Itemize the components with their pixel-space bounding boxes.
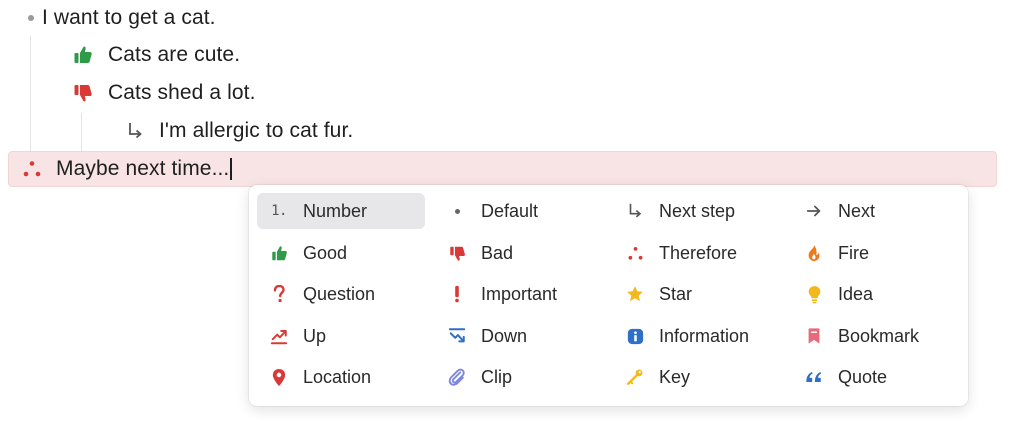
menu-option-label: Information [659, 325, 750, 346]
menu-option-label: Next [838, 200, 876, 221]
menu-option-quote[interactable]: Quote [792, 359, 960, 395]
indent-guide [81, 113, 82, 151]
menu-option-label: Star [659, 283, 693, 304]
outline-editor: I want to get a cat. Cats are cute. Cats… [0, 0, 1014, 421]
menu-option-clip[interactable]: Clip [435, 359, 603, 395]
outline-item-text[interactable]: I want to get a cat. [42, 6, 216, 30]
menu-option-label: Idea [838, 283, 874, 304]
menu-option-label: Question [303, 283, 376, 304]
thumbs-up-icon [270, 244, 288, 262]
menu-option-label: Key [659, 366, 691, 387]
menu-option-key[interactable]: Key [613, 359, 781, 395]
menu-option-information[interactable]: Information [613, 318, 781, 354]
thumbs-down-icon [448, 244, 466, 262]
therefore-icon[interactable] [20, 157, 44, 181]
fire-icon [805, 244, 823, 262]
bookmark-icon [805, 327, 823, 345]
bullet-dot-icon[interactable] [20, 6, 42, 30]
outline-item[interactable]: I'm allergic to cat fur. [123, 113, 353, 149]
menu-option-therefore[interactable]: Therefore [613, 235, 781, 271]
menu-option-next[interactable]: Next [792, 193, 960, 229]
menu-option-up[interactable]: Up [257, 318, 425, 354]
menu-option-label: Location [303, 366, 372, 387]
quote-icon [805, 368, 823, 386]
location-pin-icon [270, 368, 288, 386]
lightbulb-icon [805, 285, 823, 303]
menu-option-label: Next step [659, 200, 736, 221]
paperclip-icon [448, 368, 466, 386]
menu-option-idea[interactable]: Idea [792, 276, 960, 312]
menu-option-label: Good [303, 242, 348, 263]
menu-option-fire[interactable]: Fire [792, 235, 960, 271]
menu-option-label: Quote [838, 366, 888, 387]
outline-item-active[interactable]: Maybe next time... [20, 151, 232, 187]
menu-option-label: Up [303, 325, 327, 346]
menu-option-label: Clip [481, 366, 513, 387]
menu-option-location[interactable]: Location [257, 359, 425, 395]
menu-option-label: Important [481, 283, 558, 304]
outline-item[interactable]: I want to get a cat. [20, 0, 216, 36]
menu-option-label: Default [481, 200, 539, 221]
menu-option-bad[interactable]: Bad [435, 235, 603, 271]
menu-option-good[interactable]: Good [257, 235, 425, 271]
trend-up-icon [270, 327, 288, 345]
star-icon [626, 285, 644, 303]
next-step-arrow-icon [626, 202, 644, 220]
outline-item-text[interactable]: Cats are cute. [108, 43, 240, 67]
thumbs-down-icon[interactable] [71, 81, 95, 105]
menu-option-label: Bookmark [838, 325, 920, 346]
menu-option-label: Down [481, 325, 528, 346]
menu-option-default[interactable]: Default [435, 193, 603, 229]
info-icon [626, 327, 644, 345]
number-icon: 1. [271, 203, 287, 219]
outline-item[interactable]: Cats are cute. [71, 37, 240, 73]
trend-down-icon [448, 327, 466, 345]
menu-option-star[interactable]: Star [613, 276, 781, 312]
bullet-style-menu: 1. Number Good Question Up Location Defa… [249, 185, 968, 406]
menu-option-important[interactable]: Important [435, 276, 603, 312]
outline-item-text[interactable]: I'm allergic to cat fur. [159, 119, 353, 143]
menu-option-label: Bad [481, 242, 514, 263]
right-arrow-icon [805, 202, 823, 220]
therefore-icon [626, 244, 644, 262]
menu-option-bookmark[interactable]: Bookmark [792, 318, 960, 354]
outline-item[interactable]: Cats shed a lot. [71, 75, 256, 111]
outline-item-text[interactable]: Cats shed a lot. [108, 81, 256, 105]
bullet-dot-icon [448, 202, 466, 220]
menu-option-label: Fire [838, 242, 869, 263]
indent-guide [30, 36, 31, 151]
menu-option-label: Number [303, 200, 368, 221]
key-icon [626, 368, 644, 386]
exclamation-icon [448, 285, 466, 303]
menu-option-next-step[interactable]: Next step [613, 193, 781, 229]
menu-option-down[interactable]: Down [435, 318, 603, 354]
question-icon [270, 285, 288, 303]
menu-option-question[interactable]: Question [257, 276, 425, 312]
thumbs-up-icon[interactable] [71, 43, 95, 67]
next-step-arrow-icon[interactable] [123, 119, 147, 143]
menu-option-number[interactable]: 1. Number [257, 193, 425, 229]
text-caret [230, 158, 232, 180]
menu-option-label: Therefore [659, 242, 738, 263]
outline-item-text[interactable]: Maybe next time... [56, 157, 229, 181]
